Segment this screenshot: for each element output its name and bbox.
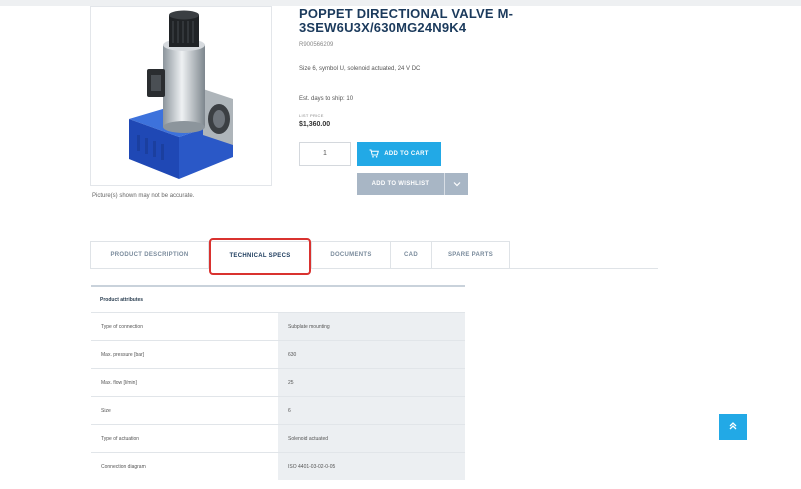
chevron-up-icon: [728, 418, 738, 436]
product-title: POPPET DIRECTIONAL VALVE M-3SEW6U3X/630M…: [299, 6, 514, 35]
spec-name: Connection diagram: [91, 453, 278, 480]
table-row: Size 6: [91, 396, 465, 424]
spec-value: Subplate mounting: [278, 313, 465, 340]
tab-cad[interactable]: CAD: [390, 241, 431, 269]
shipping-estimate: Est. days to ship: 10: [299, 96, 354, 102]
add-to-cart-label: ADD TO CART: [384, 151, 429, 157]
list-price: $1,360.00: [299, 121, 331, 128]
specs-table: Product attributes Type of connection Su…: [91, 285, 465, 480]
spec-value: Solenoid actuated: [278, 425, 465, 452]
table-row: Type of actuation Solenoid actuated: [91, 424, 465, 452]
part-number: R900566209: [299, 42, 334, 48]
cart-icon: [369, 149, 380, 160]
spec-name: Max. flow [l/min]: [91, 369, 278, 396]
chevron-down-icon[interactable]: [445, 173, 468, 195]
spec-value: ISO 4401-03-02-0-05: [278, 453, 465, 480]
spec-value: 6: [278, 397, 465, 424]
spec-name: Type of connection: [91, 313, 278, 340]
tabs-baseline: [510, 268, 658, 269]
tab-documents[interactable]: DOCUMENTS: [311, 241, 390, 269]
product-image[interactable]: [90, 6, 272, 186]
spec-name: Size: [91, 397, 278, 424]
tab-spare-parts[interactable]: SPARE PARTS: [431, 241, 510, 269]
spec-name: Max. pressure [bar]: [91, 341, 278, 368]
spec-value: 630: [278, 341, 465, 368]
add-to-wishlist-button[interactable]: ADD TO WISHLIST: [357, 173, 468, 195]
add-to-cart-button[interactable]: ADD TO CART: [357, 142, 441, 166]
product-description: Size 6, symbol U, solenoid actuated, 24 …: [299, 66, 421, 72]
table-row: Max. flow [l/min] 25: [91, 368, 465, 396]
active-tab-highlight: [209, 238, 311, 275]
back-to-top-button[interactable]: [719, 414, 747, 440]
list-price-label: LIST PRICE: [299, 113, 324, 118]
add-to-wishlist-label[interactable]: ADD TO WISHLIST: [357, 173, 444, 195]
specs-heading: Product attributes: [91, 285, 465, 312]
quantity-input[interactable]: 1: [299, 142, 351, 166]
wishlist-divider: [444, 173, 445, 195]
spec-value: 25: [278, 369, 465, 396]
tab-product-description[interactable]: PRODUCT DESCRIPTION: [90, 241, 208, 269]
table-row: Connection diagram ISO 4401-03-02-0-05: [91, 452, 465, 480]
table-row: Type of connection Subplate mounting: [91, 312, 465, 340]
valve-illustration: [129, 10, 233, 179]
spec-name: Type of actuation: [91, 425, 278, 452]
image-caption: Picture(s) shown may not be accurate.: [92, 193, 195, 199]
table-row: Max. pressure [bar] 630: [91, 340, 465, 368]
